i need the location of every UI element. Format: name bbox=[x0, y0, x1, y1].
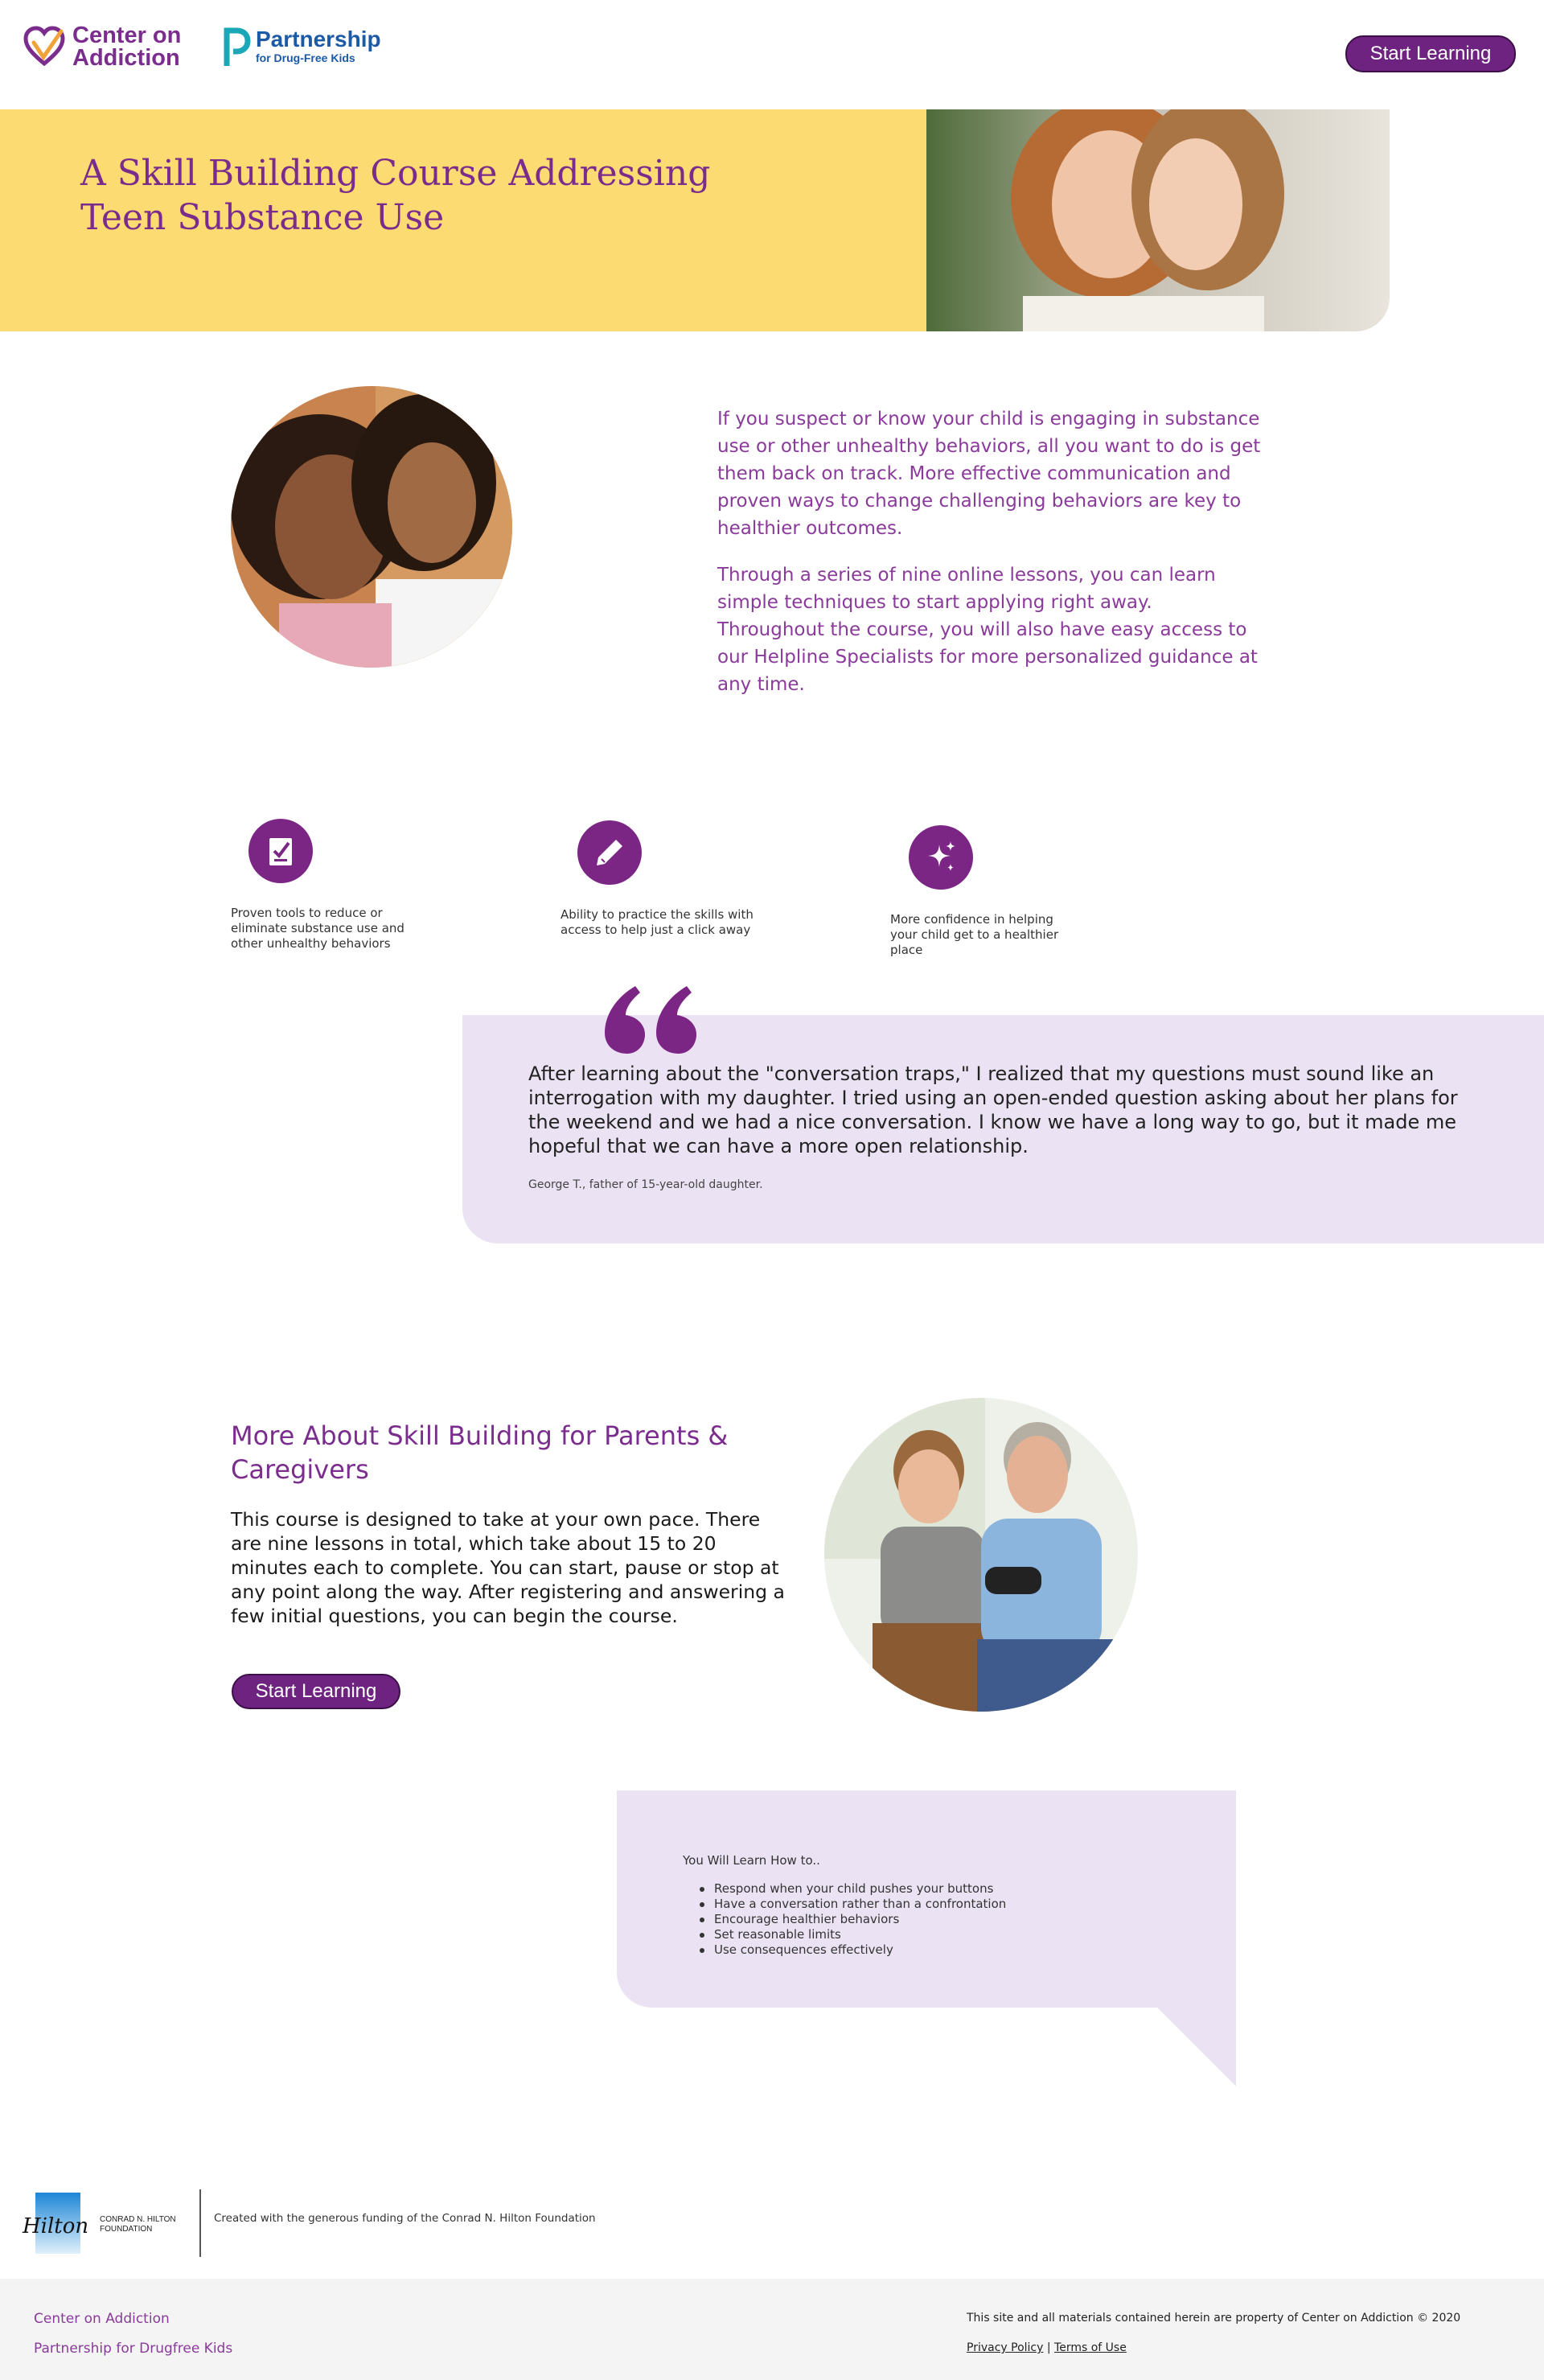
pfk-logo-name: Partnership bbox=[256, 27, 381, 51]
funding-credit: Created with the generous funding of the… bbox=[214, 2212, 596, 2225]
feature-3-icon-badge bbox=[909, 825, 973, 890]
list-item: Have a conversation rather than a confro… bbox=[698, 1897, 1006, 1912]
svg-text:Hilton: Hilton bbox=[22, 2214, 88, 2238]
speech-bubble-tail bbox=[1156, 2006, 1236, 2086]
partnership-logo[interactable]: Partnership for Drug-Free Kids bbox=[222, 24, 381, 69]
heart-logo-icon bbox=[23, 26, 65, 67]
hilton-foundation-logo: Hilton CONRAD N. HILTON FOUNDATION bbox=[18, 2193, 195, 2254]
list-item: Respond when your child pushes your butt… bbox=[698, 1881, 1006, 1897]
privacy-policy-link[interactable]: Privacy Policy bbox=[967, 2341, 1043, 2354]
copyright-notice: This site and all materials contained he… bbox=[967, 2312, 1461, 2325]
father-son-gaming-photo bbox=[824, 1398, 1138, 1712]
terms-of-use-link[interactable]: Terms of Use bbox=[1054, 2341, 1127, 2354]
list-item: Encourage healthier behaviors bbox=[698, 1912, 1006, 1927]
intro-paragraph-1: If you suspect or know your child is eng… bbox=[717, 409, 1261, 539]
partnership-p-icon bbox=[224, 27, 251, 66]
testimonial-text: After learning about the "conversation t… bbox=[528, 1063, 1458, 1157]
hilton-logo-line2: FOUNDATION bbox=[100, 2225, 153, 2234]
coa-logo-line2: Addiction bbox=[72, 45, 180, 71]
hero-banner: A Skill Building Course Addressing Teen … bbox=[0, 109, 926, 331]
quote-mark-icon bbox=[605, 986, 696, 1054]
section-body: This course is designed to take at your … bbox=[231, 1508, 785, 1627]
footer-link-center-on-addiction[interactable]: Center on Addiction bbox=[34, 2311, 170, 2327]
intro-paragraph-2: Through a series of nine online lessons,… bbox=[717, 565, 1258, 695]
page-title: A Skill Building Course Addressing Teen … bbox=[80, 153, 711, 238]
footer bbox=[0, 2279, 1544, 2380]
feature-3-text: More confidence in helping your child ge… bbox=[890, 912, 1059, 957]
center-on-addiction-logo[interactable]: Center on Addiction bbox=[23, 23, 181, 71]
pfk-logo-tagline: for Drug-Free Kids bbox=[256, 51, 355, 64]
checklist-icon bbox=[269, 838, 292, 865]
coa-logo-line1: Center on bbox=[72, 23, 182, 48]
list-item: Set reasonable limits bbox=[698, 1927, 1006, 1942]
testimonial-attribution: George T., father of 15-year-old daughte… bbox=[528, 1178, 763, 1191]
intro-text: If you suspect or know your child is eng… bbox=[717, 405, 1264, 698]
feature-1-icon-badge bbox=[248, 819, 313, 883]
learning-outcomes-list: Respond when your child pushes your butt… bbox=[698, 1881, 1006, 1958]
feature-2-icon-badge bbox=[577, 820, 642, 885]
start-learning-button-secondary[interactable]: Start Learning bbox=[232, 1674, 400, 1709]
mother-daughter-photo bbox=[231, 386, 512, 668]
list-item: Use consequences effectively bbox=[698, 1942, 1006, 1958]
learning-outcomes-heading: You Will Learn How to.. bbox=[683, 1853, 820, 1868]
feature-1-text: Proven tools to reduce or eliminate subs… bbox=[231, 906, 404, 951]
sparkle-icon bbox=[928, 841, 955, 871]
feature-2-text: Ability to practice the skills with acce… bbox=[561, 907, 754, 937]
legal-links: Privacy Policy | Terms of Use bbox=[967, 2341, 1127, 2354]
hero-photo-mother-daughter bbox=[926, 109, 1390, 331]
divider bbox=[199, 2189, 201, 2257]
start-learning-button[interactable]: Start Learning bbox=[1345, 35, 1516, 72]
pen-icon bbox=[597, 840, 622, 865]
hilton-logo-line1: CONRAD N. HILTON bbox=[100, 2215, 176, 2224]
footer-link-partnership[interactable]: Partnership for Drugfree Kids bbox=[34, 2341, 232, 2357]
legal-separator: | bbox=[1046, 2341, 1051, 2354]
section-title: More About Skill Building for Parents & … bbox=[231, 1420, 729, 1485]
